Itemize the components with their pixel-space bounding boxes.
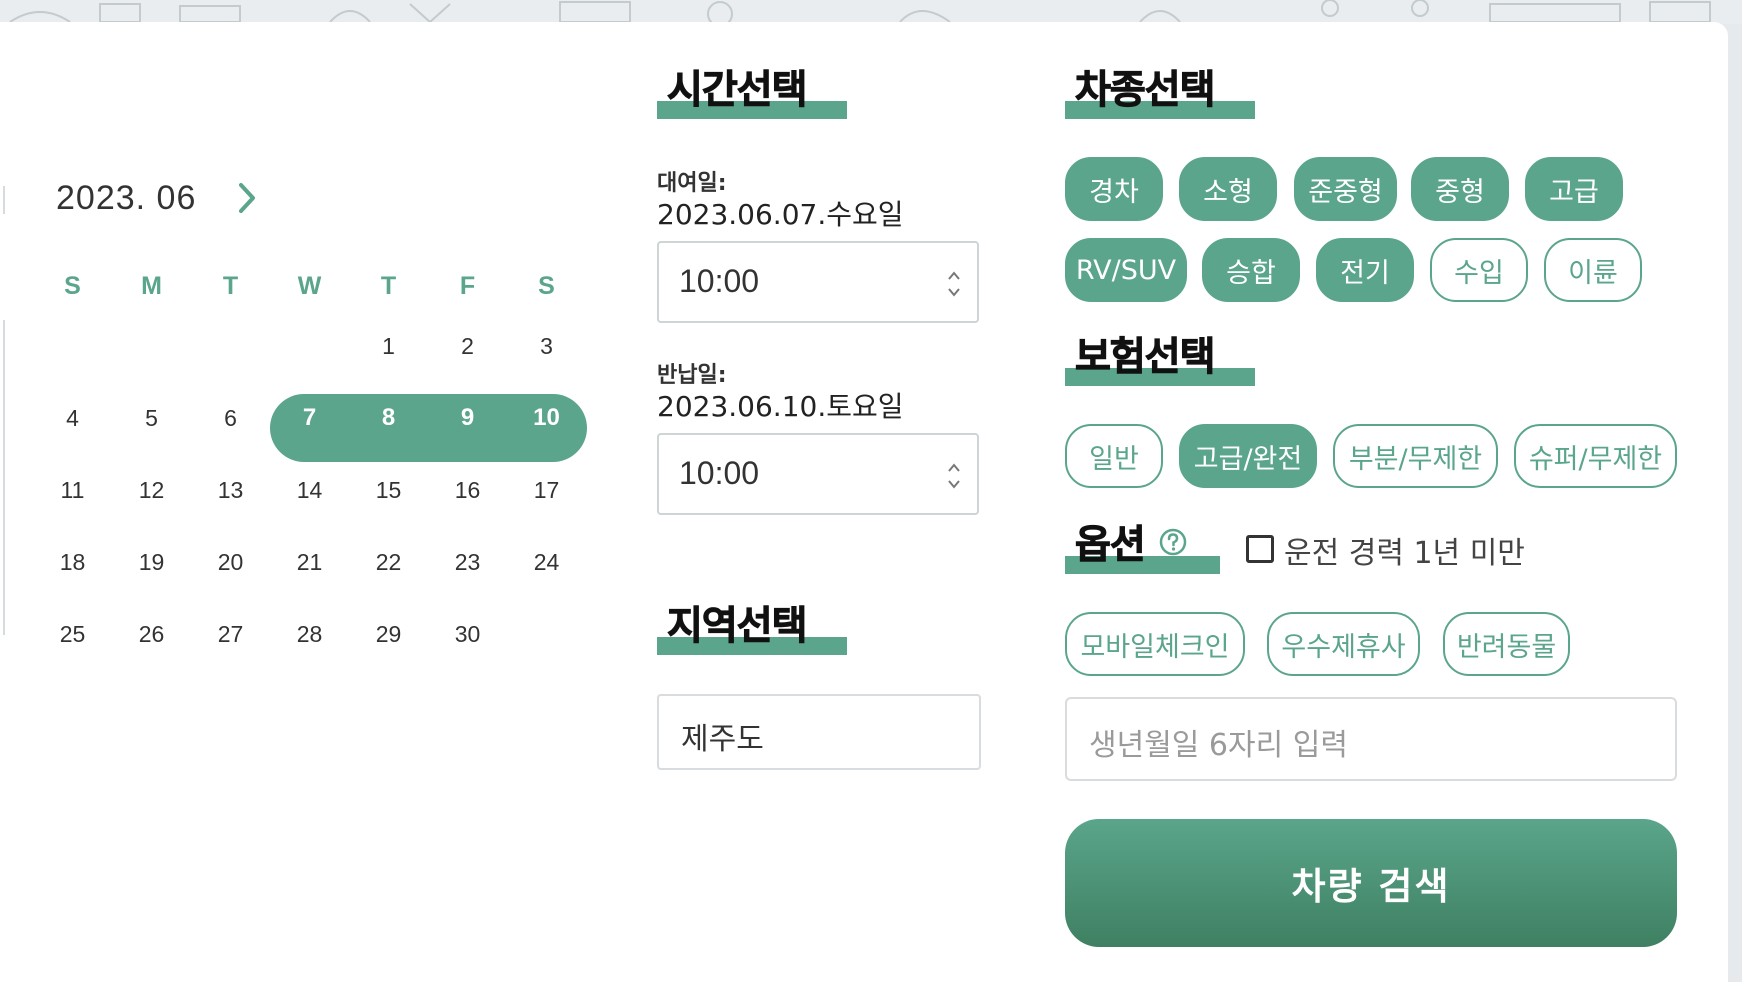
vehicle-search-button[interactable]: 차량 검색 [1065, 819, 1677, 947]
option-chip[interactable]: 모바일체크인 [1065, 612, 1245, 676]
region-select[interactable]: 제주도 [657, 694, 981, 770]
updown-arrows-icon [948, 271, 960, 297]
driving-experience-label[interactable]: 운전 경력 1년 미만 [1284, 528, 1525, 572]
weekday-row: S M T W T F S [33, 262, 588, 310]
car-type-chip[interactable]: 경차 [1065, 157, 1163, 221]
calendar-day[interactable]: 3 [507, 333, 586, 360]
car-type-chip[interactable]: 수입 [1430, 238, 1528, 302]
calendar-day[interactable]: 21 [270, 549, 349, 576]
calendar-day[interactable]: 6 [191, 405, 270, 432]
calendar-month-title: 2023. 06 [56, 178, 197, 217]
calendar-day[interactable]: 17 [507, 477, 586, 504]
insurance-section-title: 보험선택 [1075, 335, 1217, 381]
calendar-day[interactable]: 20 [191, 549, 270, 576]
car-type-chip[interactable]: RV/SUV [1065, 238, 1187, 302]
car-type-chip[interactable]: 승합 [1202, 238, 1300, 302]
calendar-day-selected[interactable]: 8 [349, 404, 428, 432]
weekday-label: S [538, 271, 555, 300]
calendar-day[interactable]: 4 [33, 405, 112, 432]
calendar-day[interactable]: 1 [349, 333, 428, 360]
calendar-week: 11 12 13 14 15 16 17 [33, 454, 588, 526]
calendar-day[interactable]: 23 [428, 549, 507, 576]
rental-date-value: 2023.06.07.수요일 [657, 198, 904, 231]
option-section-title: 옵션 [1075, 523, 1147, 569]
chevron-right-icon [239, 183, 256, 213]
option-chip[interactable]: 반려동물 [1443, 612, 1570, 676]
calendar-week: 1 2 3 [33, 310, 588, 382]
weekday-label: T [380, 271, 397, 300]
time-section-heading: 시간선택 [657, 63, 847, 119]
calendar-day[interactable]: 13 [191, 477, 270, 504]
question-circle-icon[interactable] [1159, 528, 1187, 556]
divider [3, 186, 5, 214]
calendar-day[interactable]: 12 [112, 477, 191, 504]
rental-time-select[interactable]: 10:00 [657, 241, 979, 323]
calendar-day[interactable]: 27 [191, 621, 270, 648]
birthdate-input[interactable]: 생년월일 6자리 입력 [1065, 697, 1677, 781]
option-section-heading: 옵션 [1065, 518, 1220, 574]
return-time-select[interactable]: 10:00 [657, 433, 979, 515]
calendar-week: 25 26 27 28 29 30 [33, 598, 588, 670]
insurance-section-heading: 보험선택 [1065, 330, 1255, 386]
calendar-day[interactable]: 24 [507, 549, 586, 576]
car-type-chip[interactable]: 중형 [1411, 157, 1509, 221]
option-chip[interactable]: 우수제휴사 [1267, 612, 1420, 676]
next-month-button[interactable] [232, 178, 262, 218]
driving-experience-checkbox[interactable] [1246, 535, 1274, 563]
calendar-grid: S M T W T F S 1 2 3 4 5 6 7 8 9 10 11 12… [33, 262, 588, 670]
weekday-label: T [222, 271, 239, 300]
region-section-heading: 지역선택 [657, 599, 847, 655]
car-type-chip[interactable]: 고급 [1525, 157, 1623, 221]
calendar-header: 2023. 06 [56, 178, 262, 218]
calendar-day[interactable]: 16 [428, 477, 507, 504]
weekday-label: F [459, 271, 476, 300]
calendar-day[interactable]: 5 [112, 405, 191, 432]
insurance-chip[interactable]: 부분/무제한 [1333, 424, 1498, 488]
car-type-section-heading: 차종선택 [1065, 63, 1255, 119]
region-section-title: 지역선택 [667, 604, 809, 650]
calendar-day[interactable]: 28 [270, 621, 349, 648]
calendar-day[interactable]: 25 [33, 621, 112, 648]
weekday-label: M [141, 271, 162, 300]
time-section-title: 시간선택 [667, 68, 809, 114]
calendar-day[interactable]: 14 [270, 477, 349, 504]
calendar-day[interactable]: 19 [112, 549, 191, 576]
calendar-day-selected[interactable]: 9 [428, 404, 507, 432]
insurance-chip[interactable]: 일반 [1065, 424, 1163, 488]
calendar-day[interactable]: 29 [349, 621, 428, 648]
calendar-day[interactable]: 30 [428, 621, 507, 648]
return-date-value: 2023.06.10.토요일 [657, 390, 904, 423]
car-type-section-title: 차종선택 [1075, 68, 1217, 114]
calendar-week: 4 5 6 7 8 9 10 [33, 382, 588, 454]
car-type-chip[interactable]: 전기 [1316, 238, 1414, 302]
calendar-day[interactable]: 15 [349, 477, 428, 504]
calendar-day-selected[interactable]: 10 [507, 404, 586, 432]
insurance-chip[interactable]: 슈퍼/무제한 [1514, 424, 1677, 488]
calendar-day[interactable]: 2 [428, 333, 507, 360]
return-time-value: 10:00 [679, 455, 760, 491]
calendar-day[interactable]: 26 [112, 621, 191, 648]
calendar-day[interactable]: 22 [349, 549, 428, 576]
weekday-label: S [64, 271, 81, 300]
weekday-label: W [297, 271, 322, 300]
calendar-day[interactable]: 18 [33, 549, 112, 576]
insurance-chip[interactable]: 고급/완전 [1179, 424, 1317, 488]
car-type-chip[interactable]: 준중형 [1294, 157, 1397, 221]
car-type-chip[interactable]: 소형 [1179, 157, 1277, 221]
car-type-chip[interactable]: 이륜 [1544, 238, 1642, 302]
background-pattern [0, 0, 1742, 24]
calendar-day[interactable]: 11 [33, 477, 112, 504]
divider [3, 320, 5, 635]
rental-time-value: 10:00 [679, 263, 760, 299]
updown-arrows-icon [948, 463, 960, 489]
calendar-day-selected[interactable]: 7 [270, 404, 349, 432]
calendar-week: 18 19 20 21 22 23 24 [33, 526, 588, 598]
